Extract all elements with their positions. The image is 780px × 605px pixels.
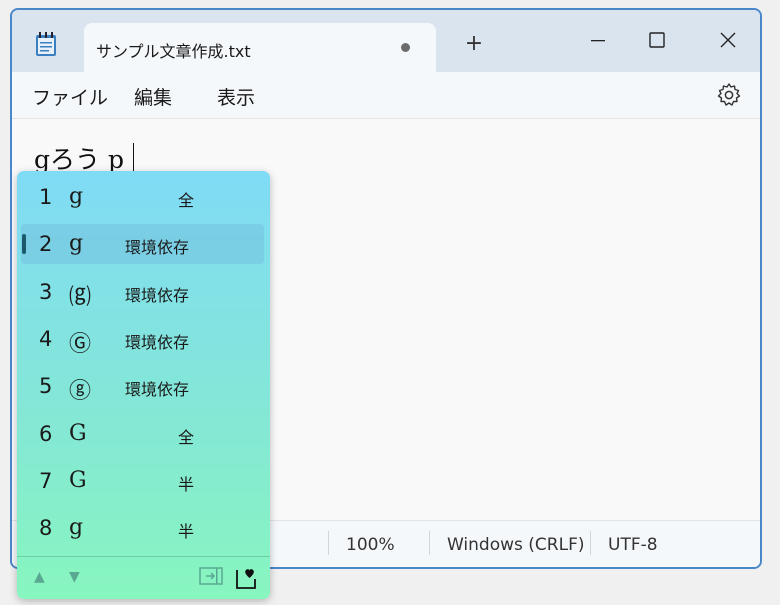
close-icon[interactable] bbox=[708, 20, 748, 50]
unsaved-indicator-icon[interactable] bbox=[401, 43, 410, 52]
candidate-note: 環境依存 bbox=[125, 380, 190, 400]
ime-candidate-window: 1 g 全 2 g 環境依存 3 ⒢ 環境依存 4 Ⓖ 環境依存 5 ⓖ 環境依存 6 G 全 7 G 半 8 g 半 ▲ ▼ bbox=[17, 171, 270, 599]
candidate-note: 環境依存 bbox=[125, 332, 190, 352]
candidate-character: Ⓖ bbox=[69, 331, 92, 357]
candidate-item[interactable]: 7G 半 bbox=[17, 458, 270, 505]
candidate-character: ⒢ bbox=[69, 284, 92, 310]
candidate-note: 全 bbox=[178, 427, 195, 447]
candidate-character: g bbox=[69, 231, 84, 257]
candidate-item[interactable]: 5 ⓖ 環境依存 bbox=[17, 363, 270, 410]
candidate-note: 半 bbox=[178, 522, 195, 542]
candidate-item[interactable]: 6G 全 bbox=[17, 411, 270, 458]
candidate-character: g bbox=[69, 184, 84, 209]
candidate-number: 6 bbox=[39, 421, 53, 446]
title-bar: サンプル文章作成.txt + bbox=[12, 10, 760, 72]
heart-icon[interactable] bbox=[234, 565, 260, 591]
candidate-item[interactable]: 2 g 環境依存 bbox=[17, 221, 270, 268]
candidate-number: 7 bbox=[39, 468, 53, 493]
candidate-character: G bbox=[69, 467, 87, 493]
minimize-icon[interactable] bbox=[578, 20, 618, 50]
line-ending[interactable]: Windows (CRLF) bbox=[447, 535, 585, 555]
encoding[interactable]: UTF-8 bbox=[608, 535, 658, 555]
status-divider bbox=[328, 531, 329, 555]
expand-icon[interactable] bbox=[198, 565, 224, 587]
menu-edit[interactable]: 編集 bbox=[134, 83, 172, 110]
candidate-item[interactable]: 1g 全 bbox=[17, 174, 270, 221]
candidate-character: g bbox=[69, 515, 84, 541]
candidate-character: G bbox=[69, 420, 87, 446]
down-arrow-icon[interactable]: ▼ bbox=[69, 569, 80, 585]
status-divider bbox=[429, 531, 430, 555]
candidate-note: 全 bbox=[178, 191, 195, 210]
menu-file[interactable]: ファイル bbox=[32, 83, 108, 110]
candidate-note: 半 bbox=[178, 474, 195, 494]
candidate-number: 8 bbox=[39, 516, 53, 541]
zoom-level[interactable]: 100% bbox=[346, 535, 395, 555]
selection-indicator bbox=[22, 234, 26, 255]
candidate-item[interactable]: 8g 半 bbox=[17, 505, 270, 552]
maximize-icon[interactable] bbox=[637, 20, 677, 50]
notepad-icon bbox=[36, 32, 56, 56]
status-divider bbox=[590, 531, 591, 555]
candidate-item[interactable]: 3 ⒢ 環境依存 bbox=[17, 269, 270, 316]
gear-icon[interactable] bbox=[716, 82, 742, 108]
menu-bar: ファイル 編集 表示 bbox=[12, 72, 760, 119]
candidate-number: 4 bbox=[39, 326, 53, 351]
new-tab-icon[interactable]: + bbox=[462, 32, 486, 56]
candidate-footer: ▲ ▼ bbox=[17, 556, 270, 599]
candidate-note: 環境依存 bbox=[125, 285, 190, 305]
candidate-number: 3 bbox=[39, 279, 53, 304]
candidate-character: ⓖ bbox=[69, 379, 92, 405]
candidate-number: 2 bbox=[39, 232, 53, 257]
candidate-number: 1 bbox=[39, 185, 53, 209]
tab-document[interactable]: サンプル文章作成.txt bbox=[84, 23, 436, 72]
candidate-note: 環境依存 bbox=[125, 238, 190, 258]
up-arrow-icon[interactable]: ▲ bbox=[34, 569, 45, 585]
menu-view[interactable]: 表示 bbox=[217, 83, 255, 110]
tab-title: サンプル文章作成.txt bbox=[96, 42, 251, 61]
text-caret bbox=[133, 143, 134, 173]
candidate-number: 5 bbox=[39, 374, 53, 399]
candidate-item[interactable]: 4 Ⓖ 環境依存 bbox=[17, 316, 270, 363]
